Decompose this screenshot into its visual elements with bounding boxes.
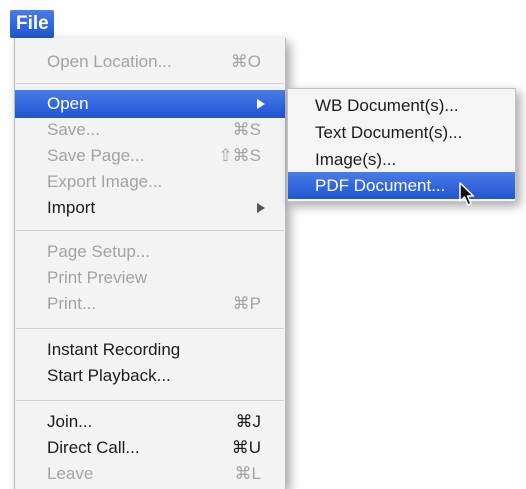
shortcut-save: ⌘S [232,120,261,139]
menu-item-save: Save... ⌘S [15,116,285,144]
menu-separator [16,400,284,401]
menu-item-open-location: Open Location... ⌘O [15,48,285,76]
menu-item-instant-recording[interactable]: Instant Recording [15,336,285,364]
shortcut-join: ⌘J [235,412,262,431]
submenu-item-images[interactable]: Image(s)... [288,146,515,173]
submenu-item-wb-documents[interactable]: WB Document(s)... [288,92,515,119]
open-submenu: WB Document(s)... Text Document(s)... Im… [287,88,516,202]
menu-item-open[interactable]: Open [15,90,285,118]
shortcut-leave: ⌘L [234,464,261,483]
shortcut-direct-call: ⌘U [231,438,261,457]
submenu-arrow-icon [257,99,265,109]
shortcut-print: ⌘P [232,294,261,313]
arrow-cursor-icon [459,182,475,206]
menu-separator [16,328,284,329]
file-menu-title[interactable]: File [10,10,54,38]
submenu-arrow-icon [257,203,265,213]
file-menu: Open Location... ⌘O Open Save... ⌘S Save… [14,38,286,489]
menu-item-start-playback[interactable]: Start Playback... [15,362,285,390]
menu-item-page-setup: Page Setup... [47,242,151,261]
menu-separator [16,230,284,231]
submenu-item-text-documents[interactable]: Text Document(s)... [288,119,515,146]
menu-item-join[interactable]: Join... ⌘J [15,408,285,436]
menu-separator [16,83,284,84]
shortcut-save-page: ⇧⌘S [218,146,261,165]
submenu-item-pdf-document[interactable]: PDF Document... [288,172,515,199]
menu-item-print: Print... ⌘P [15,290,285,318]
menu-item-save-page: Save Page... ⇧⌘S [15,142,285,170]
menu-item-leave: Leave ⌘L [15,460,285,488]
menu-item-export-image: Export Image... [47,172,163,191]
shortcut-open-location: ⌘O [230,52,261,71]
menu-item-print-preview: Print Preview [47,268,148,287]
menu-item-import[interactable]: Import [15,194,285,222]
menu-item-direct-call[interactable]: Direct Call... ⌘U [15,434,285,462]
